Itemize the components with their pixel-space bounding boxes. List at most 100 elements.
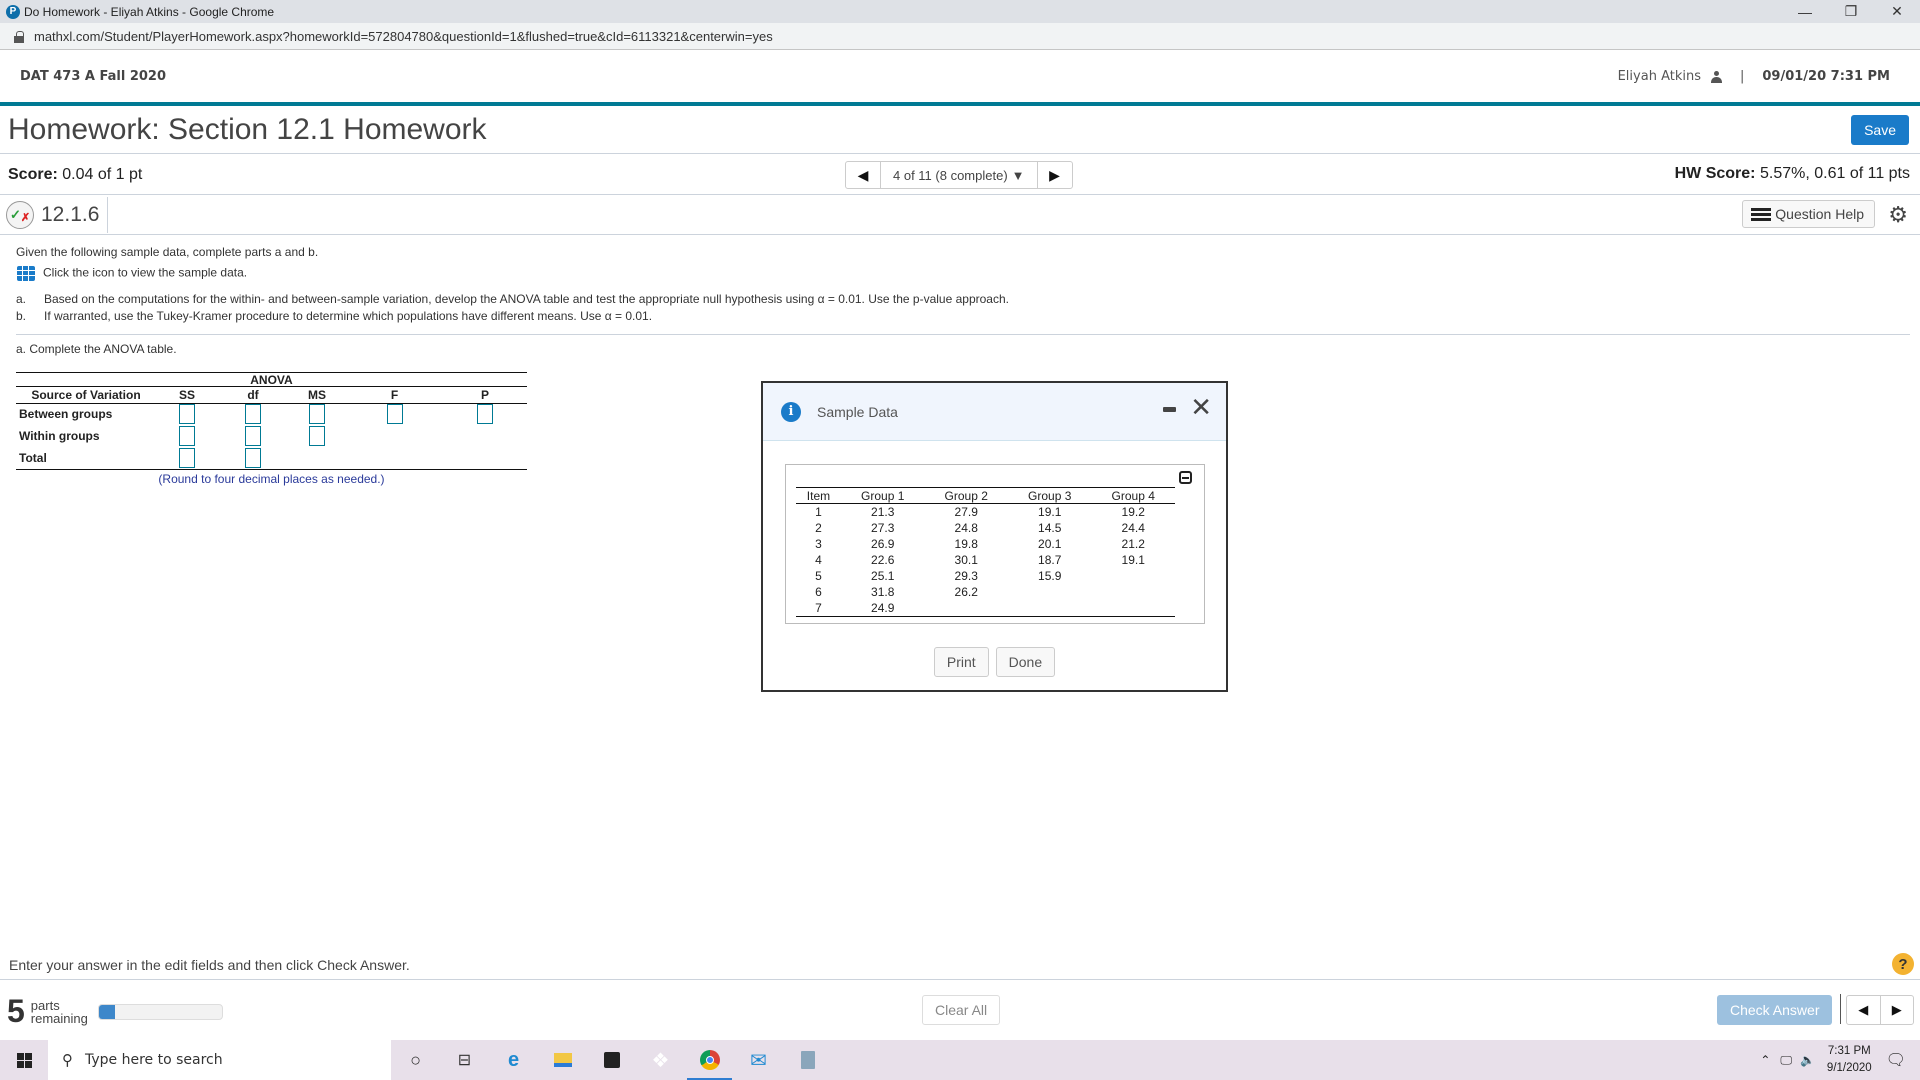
cortana-icon[interactable]: ○: [391, 1040, 440, 1080]
between-ms-input[interactable]: [309, 404, 325, 425]
within-ss-input[interactable]: [179, 426, 195, 446]
part-a-marker: a.: [16, 292, 27, 306]
group-value: 21.2: [1121, 537, 1145, 551]
group-value: [1091, 584, 1175, 600]
parts-label-line2: remaining: [30, 1010, 88, 1026]
data-table-icon[interactable]: [17, 266, 35, 281]
parts-progress-bar: [97, 1003, 223, 1020]
item-number: 3: [815, 537, 822, 551]
group-value: 15.9: [1038, 569, 1062, 583]
file-explorer-icon[interactable]: [538, 1040, 587, 1080]
dialog-header[interactable]: i Sample Data ✕: [763, 383, 1226, 441]
restore-window-button[interactable]: ❐: [1828, 0, 1874, 23]
sample-data-table: Item Group 1 Group 2 Group 3 Group 4 1 21…: [796, 487, 1175, 617]
print-button[interactable]: Print: [933, 647, 989, 677]
group-value: 21.3: [871, 505, 895, 519]
windows-taskbar: ⚲ Type here to search ○ ⊟ e ❖ ✉ ⌃ 🖵 🔈 7:…: [0, 1040, 1920, 1080]
group-value: 27.3: [871, 521, 895, 535]
url-text[interactable]: mathxl.com/Student/PlayerHomework.aspx?h…: [34, 29, 773, 44]
item-number: 7: [796, 600, 841, 617]
within-ms-input[interactable]: [309, 426, 325, 446]
dropbox-icon[interactable]: ❖: [636, 1040, 685, 1080]
question-select-dropdown[interactable]: 4 of 11 (8 complete) ▼: [880, 162, 1038, 188]
volume-icon[interactable]: 🔈: [1800, 1053, 1815, 1067]
column-header: F: [346, 387, 443, 404]
within-df-input[interactable]: [245, 426, 261, 446]
dialog-buttons: Print Done: [763, 647, 1226, 677]
header-separator: |: [1739, 69, 1745, 84]
part-a-prompt: a. Complete the ANOVA table.: [16, 342, 177, 356]
partial-credit-icon: ✓ ✗: [6, 200, 34, 229]
sample-data-panel: Item Group 1 Group 2 Group 3 Group 4 1 21…: [785, 464, 1205, 624]
item-number: 4: [815, 553, 822, 567]
anova-title: ANOVA: [16, 372, 527, 387]
row-label: Between groups: [19, 407, 113, 422]
notifications-icon[interactable]: 🗨: [1886, 1050, 1906, 1070]
copy-to-clipboard-icon[interactable]: [1179, 471, 1192, 484]
gear-icon[interactable]: ⚙: [1888, 202, 1908, 228]
user-name[interactable]: Eliyah Atkins: [1618, 69, 1701, 84]
part-a-text: Based on the computations for the within…: [44, 292, 1009, 306]
table-row: 2 27.3 24.8 14.5 24.4: [796, 520, 1175, 536]
group-value: 14.5: [1038, 521, 1062, 535]
group-value: [1091, 568, 1175, 584]
between-f-input[interactable]: [386, 404, 403, 425]
help-icon[interactable]: ?: [1892, 953, 1914, 975]
save-button[interactable]: Save: [1851, 114, 1909, 145]
question-id-row: ✓ ✗ 12.1.6 Question Help ⚙: [0, 195, 1920, 235]
check-answer-button[interactable]: Check Answer: [1717, 995, 1833, 1025]
hw-score: HW Score: 5.57%, 0.61 of 11 pts: [1675, 165, 1910, 183]
task-view-icon[interactable]: ⊟: [440, 1040, 489, 1080]
network-icon[interactable]: 🖵: [1780, 1053, 1792, 1068]
table-row: 5 25.1 29.3 15.9: [796, 568, 1175, 584]
group-value: 27.9: [954, 505, 978, 519]
group-value: 22.6: [871, 553, 895, 567]
show-hidden-icons-button[interactable]: ⌃: [1760, 1053, 1770, 1067]
store-icon[interactable]: [587, 1040, 636, 1080]
total-df-input[interactable]: [245, 448, 261, 468]
footer-next-button[interactable]: ▶: [1881, 996, 1914, 1024]
footer-divider: [0, 979, 1920, 980]
search-icon: ⚲: [62, 1051, 73, 1069]
edge-browser-icon[interactable]: e: [489, 1040, 538, 1080]
question-help-button[interactable]: Question Help: [1742, 200, 1875, 228]
total-ss-input[interactable]: [179, 448, 195, 468]
taskbar-search-box[interactable]: ⚲ Type here to search: [48, 1040, 391, 1080]
previous-question-button[interactable]: ◀: [846, 162, 880, 188]
minimize-icon[interactable]: [1163, 407, 1176, 412]
group-value: 24.4: [1121, 521, 1145, 535]
column-header: Item: [796, 487, 841, 504]
between-df-input[interactable]: [245, 404, 261, 425]
calculator-icon[interactable]: [783, 1040, 832, 1080]
done-button[interactable]: Done: [995, 647, 1056, 677]
column-header: Group 2: [924, 487, 1008, 504]
address-bar[interactable]: mathxl.com/Student/PlayerHomework.aspx?h…: [0, 23, 1920, 50]
chrome-icon[interactable]: [685, 1040, 734, 1080]
window-controls: — ❐ ✕: [1782, 0, 1920, 23]
system-clock[interactable]: 7:31 PM 9/1/2020: [1827, 1043, 1872, 1077]
group-value: 19.1: [1038, 505, 1062, 519]
score-row: Score: 0.04 of 1 pt ◀ 4 of 11 (8 complet…: [0, 155, 1920, 195]
header-datetime: 09/01/20 7:31 PM: [1762, 69, 1890, 84]
next-question-button[interactable]: ▶: [1038, 162, 1072, 188]
sample-data-link-text: Click the icon to view the sample data.: [43, 265, 248, 280]
group-value: [1091, 600, 1175, 617]
mail-icon[interactable]: ✉: [734, 1040, 783, 1080]
close-window-button[interactable]: ✕: [1874, 0, 1920, 23]
clear-all-button[interactable]: Clear All: [922, 995, 1001, 1025]
between-ss-input[interactable]: [179, 404, 195, 425]
column-header: Group 3: [1007, 487, 1092, 504]
minimize-window-button[interactable]: —: [1782, 0, 1828, 23]
close-icon[interactable]: ✕: [1190, 392, 1212, 423]
sample-data-link[interactable]: Click the icon to view the sample data.: [17, 266, 247, 281]
column-header: Group 1: [840, 487, 925, 504]
question-id: 12.1.6: [41, 196, 109, 233]
start-button[interactable]: [0, 1040, 48, 1080]
system-tray: ⌃ 🖵 🔈 7:31 PM 9/1/2020 🗨: [1760, 1040, 1920, 1080]
between-p-input[interactable]: [477, 404, 493, 425]
group-value: [1008, 584, 1092, 600]
parts-remaining-label: parts remaining: [31, 999, 88, 1025]
footer-previous-button[interactable]: ◀: [1847, 996, 1881, 1024]
table-row: Total: [16, 447, 527, 469]
part-a-instruction: a. Based on the computations for the with…: [16, 293, 1009, 305]
